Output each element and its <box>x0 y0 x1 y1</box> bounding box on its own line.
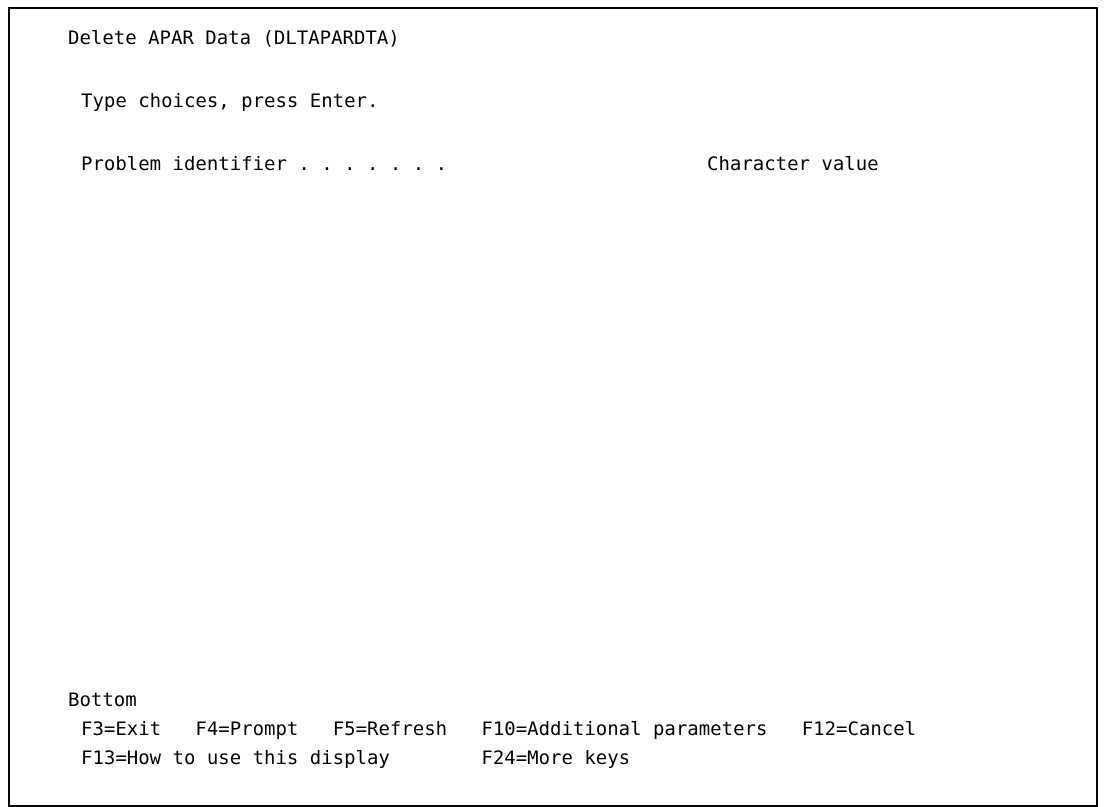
f13-how-to-use-key[interactable]: F13=How to use this display <box>81 747 390 769</box>
f12-cancel-key[interactable]: F12=Cancel <box>802 718 916 740</box>
f4-prompt-key[interactable]: F4=Prompt <box>195 718 298 740</box>
function-keys-row-1: F3=Exit F4=Prompt F5=Refresh F10=Additio… <box>81 718 916 740</box>
problem-identifier-label: Problem identifier . . . . . . . <box>81 153 448 175</box>
f3-exit-key[interactable]: F3=Exit <box>81 718 161 740</box>
problem-identifier-input[interactable] <box>505 153 685 175</box>
problem-identifier-hint: Character value <box>707 153 879 175</box>
instructions-text: Type choices, press Enter. <box>81 90 379 112</box>
f10-additional-parameters-key[interactable]: F10=Additional parameters <box>481 718 767 740</box>
position-indicator: Bottom <box>68 689 137 711</box>
function-keys-row-2: F13=How to use this display F24=More key… <box>81 747 630 769</box>
terminal-screen: Delete APAR Data (DLTAPARDTA) Type choic… <box>8 7 1098 807</box>
screen-title: Delete APAR Data (DLTAPARDTA) <box>68 27 400 49</box>
f24-more-keys-key[interactable]: F24=More keys <box>481 747 630 769</box>
f5-refresh-key[interactable]: F5=Refresh <box>333 718 447 740</box>
